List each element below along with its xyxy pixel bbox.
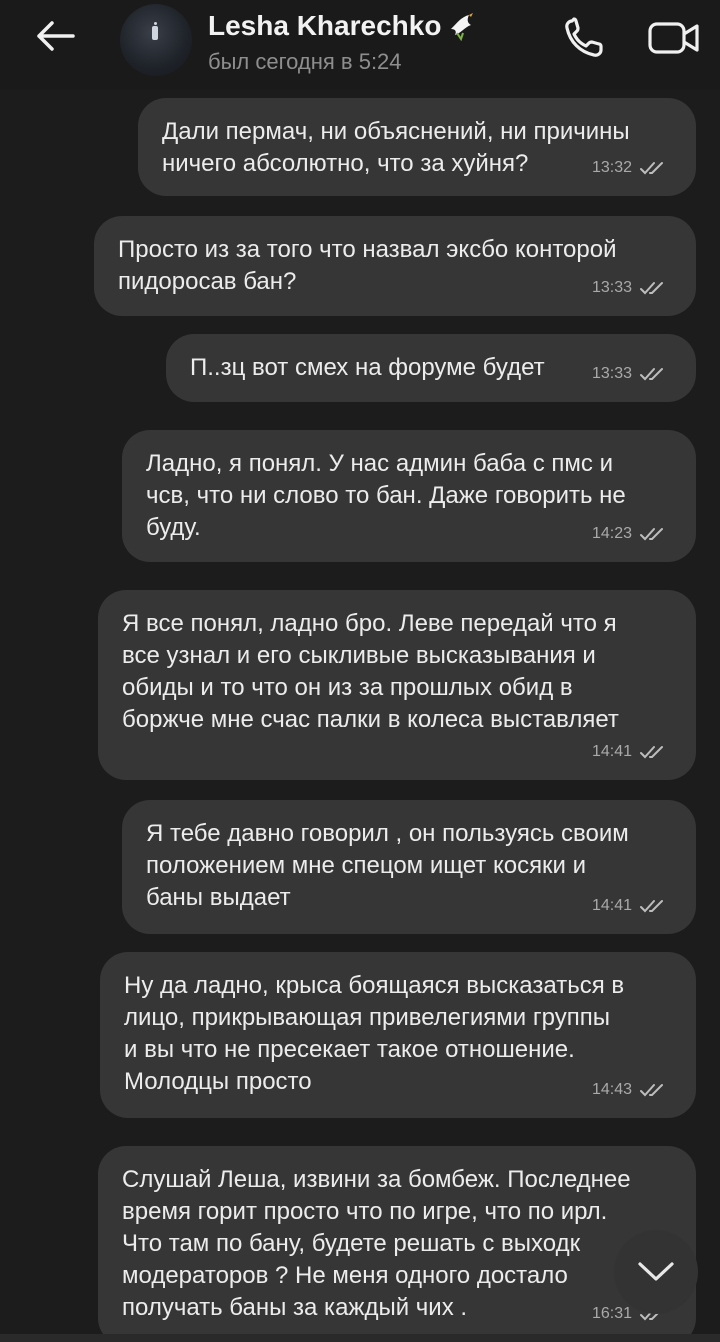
dove-icon: [451, 13, 474, 41]
message-time: 16:31: [591, 1305, 632, 1322]
contact-name-text: Lesha Kharechko: [208, 10, 442, 41]
back-button[interactable]: [30, 16, 80, 56]
message-time: 13:32: [591, 159, 632, 176]
message-meta: 13:33: [592, 272, 668, 304]
message-meta: 13:32: [592, 152, 668, 184]
message-bubble[interactable]: П..зц вот смех на форуме будет 13:33: [166, 334, 696, 402]
message-bubble[interactable]: Я все понял, ладно бро. Леве передай что…: [98, 590, 696, 780]
message-text: Я все понял, ладно бро. Леве передай что…: [122, 610, 619, 733]
message-bubble[interactable]: Ну да ладно, крыса боящаяся высказаться …: [100, 952, 696, 1118]
read-checkmarks-icon: [640, 162, 663, 175]
read-checkmarks-icon: [640, 528, 663, 541]
arrow-left-icon: [37, 21, 75, 51]
message-text: Дали пермач, ни объяснений, ни причины н…: [162, 118, 630, 177]
message-meta: 14:43: [592, 1074, 668, 1106]
message-bubble[interactable]: Я тебе давно говорил , он пользуясь свои…: [122, 800, 696, 934]
message-time: 14:41: [591, 743, 632, 760]
video-call-button[interactable]: [644, 12, 704, 64]
message-bubble[interactable]: Просто из за того что назвал эксбо конто…: [94, 216, 696, 316]
message-text: Просто из за того что назвал эксбо конто…: [118, 236, 617, 295]
message-meta: 14:41: [592, 736, 668, 768]
read-checkmarks-icon: [640, 746, 663, 759]
message-meta: 14:23: [592, 518, 668, 550]
message-time: 14:41: [591, 897, 632, 914]
bottom-edge: [0, 1334, 720, 1342]
message-time: 13:33: [591, 279, 632, 296]
read-checkmarks-icon: [640, 900, 663, 913]
message-bubble[interactable]: Ладно, я понял. У нас админ баба с пмс и…: [122, 430, 696, 562]
read-checkmarks-icon: [640, 1084, 663, 1097]
chevron-down-icon: [638, 1262, 674, 1281]
message-bubble[interactable]: Дали пермач, ни объяснений, ни причины н…: [138, 98, 696, 196]
last-seen-status: был сегодня в 5:24: [208, 49, 402, 74]
avatar[interactable]: [120, 4, 192, 76]
chat-screen: Lesha Kharechko был сегодня в 5:24 Дали …: [0, 0, 720, 1342]
phone-icon: [565, 17, 603, 57]
message-time: 13:33: [591, 365, 632, 382]
read-checkmarks-icon: [640, 368, 663, 381]
message-text: П..зц вот смех на форуме будет: [190, 354, 545, 381]
message-time: 14:23: [591, 525, 632, 542]
message-text: Я тебе давно говорил , он пользуясь свои…: [146, 820, 629, 911]
message-text: Ну да ладно, крыса боящаяся высказаться …: [124, 972, 625, 1095]
message-text: Слушай Леша, извини за бомбеж. Последнее…: [122, 1166, 631, 1321]
read-checkmarks-icon: [640, 282, 663, 295]
message-meta: 13:33: [592, 358, 668, 390]
video-camera-icon: [648, 22, 699, 54]
message-meta: 14:41: [592, 890, 668, 922]
contact-name[interactable]: Lesha Kharechko: [208, 10, 477, 42]
message-text: Ладно, я понял. У нас админ баба с пмс и…: [146, 450, 626, 541]
message-bubble[interactable]: Слушай Леша, извини за бомбеж. Последнее…: [98, 1146, 696, 1342]
message-time: 14:43: [591, 1081, 632, 1098]
call-button[interactable]: [558, 12, 610, 64]
chat-header: Lesha Kharechko был сегодня в 5:24: [0, 0, 720, 90]
scroll-to-bottom-button[interactable]: [614, 1230, 698, 1314]
